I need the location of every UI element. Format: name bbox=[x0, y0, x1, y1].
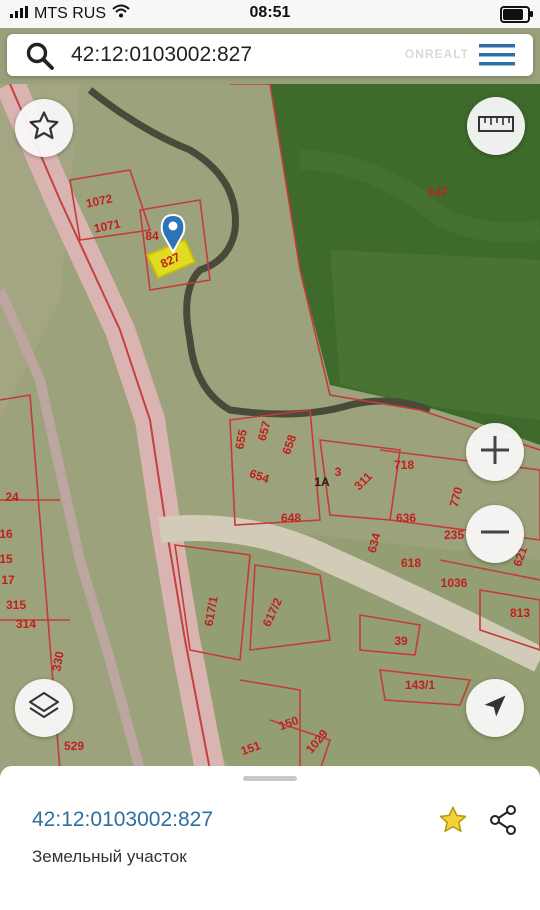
search-query[interactable]: 42:12:0103002:827 bbox=[71, 43, 252, 67]
parcel-label[interactable]: 24 bbox=[5, 490, 19, 504]
parcel-title: 42:12:0103002:827 bbox=[32, 808, 214, 831]
parcel-label[interactable]: 648 bbox=[281, 511, 301, 525]
parcel-label[interactable]: 15 bbox=[0, 552, 13, 566]
navigation-arrow-icon bbox=[481, 692, 509, 725]
parcel-label[interactable]: 143/1 bbox=[405, 678, 435, 692]
search-icon[interactable] bbox=[25, 41, 55, 76]
parcel-label[interactable]: 529 bbox=[64, 739, 84, 753]
parcel-label[interactable]: 315 bbox=[6, 598, 26, 612]
parcel-label[interactable]: 84 bbox=[145, 229, 159, 243]
parcel-label[interactable]: 3 bbox=[335, 465, 342, 479]
parcel-label[interactable]: 718 bbox=[394, 458, 414, 472]
zoom-in-button[interactable] bbox=[466, 423, 524, 481]
battery-level bbox=[503, 9, 523, 20]
sheet-grabber[interactable] bbox=[243, 776, 297, 781]
watermark-logo: ONREALT bbox=[404, 47, 469, 61]
bottom-sheet[interactable]: 42:12:0103002:827 Земельный участок bbox=[0, 766, 540, 910]
locate-button[interactable] bbox=[466, 679, 524, 737]
map-view[interactable]: 1072 1071 84 827 147 655 657 658 654 1А … bbox=[0, 84, 540, 770]
parcel-label[interactable]: 147 bbox=[428, 185, 448, 199]
parcel-label[interactable]: 314 bbox=[16, 617, 36, 631]
clock: 08:51 bbox=[249, 4, 291, 21]
zoom-out-button[interactable] bbox=[466, 505, 524, 563]
parcel-label[interactable]: 1А bbox=[314, 475, 330, 489]
star-filled-icon[interactable] bbox=[437, 804, 469, 841]
search-bar[interactable]: 42:12:0103002:827 ONREALT bbox=[7, 34, 533, 76]
parcel-label[interactable]: 17 bbox=[1, 573, 15, 587]
parcel-label[interactable]: 618 bbox=[401, 556, 421, 570]
parcel-label[interactable]: 16 bbox=[0, 527, 13, 541]
menu-icon[interactable] bbox=[479, 44, 515, 71]
plus-icon bbox=[478, 433, 512, 472]
parcel-type: Земельный участок bbox=[32, 847, 187, 866]
battery-icon bbox=[500, 6, 533, 23]
favorite-button[interactable] bbox=[15, 99, 73, 157]
parcel-label[interactable]: 1036 bbox=[441, 576, 468, 590]
status-bar: MTS RUS 08:51 bbox=[0, 0, 540, 28]
ruler-icon bbox=[478, 114, 514, 139]
parcel-label[interactable]: 39 bbox=[394, 634, 408, 648]
ruler-button[interactable] bbox=[467, 97, 525, 155]
layers-icon bbox=[27, 689, 61, 728]
parcel-label[interactable]: 813 bbox=[510, 606, 530, 620]
layers-button[interactable] bbox=[15, 679, 73, 737]
parcel-label[interactable]: 636 bbox=[396, 511, 416, 525]
star-outline-icon bbox=[27, 109, 61, 148]
parcel-label[interactable]: 235 bbox=[444, 528, 464, 542]
minus-icon bbox=[478, 515, 512, 554]
share-icon[interactable] bbox=[487, 804, 519, 841]
